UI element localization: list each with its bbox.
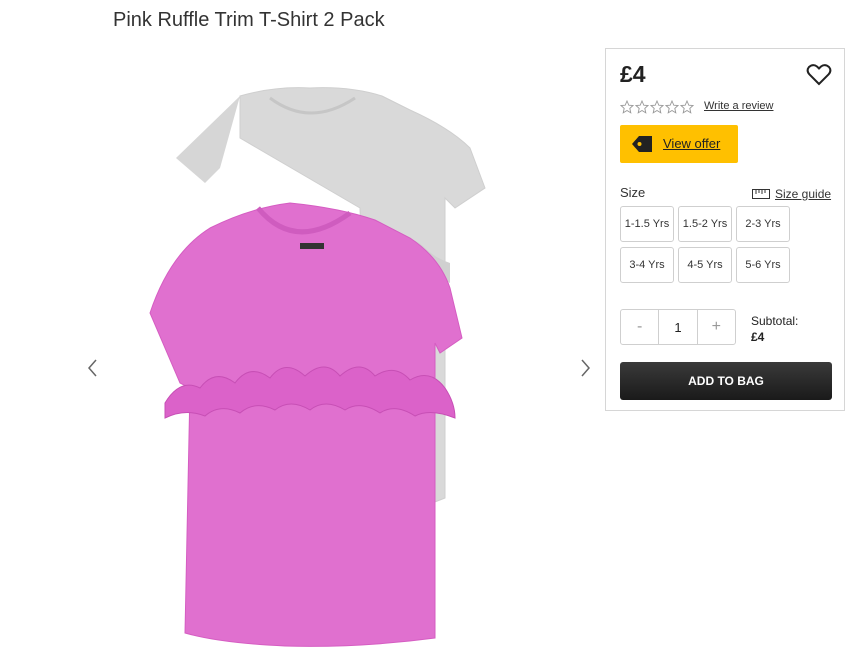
product-gallery [80, 48, 600, 653]
size-guide-label: Size guide [775, 187, 832, 201]
product-image [149, 87, 486, 647]
rating-stars [620, 100, 694, 114]
size-option[interactable]: 4-5 Yrs [678, 247, 732, 283]
write-review-link[interactable]: Write a review [704, 100, 773, 112]
subtotal: Subtotal: £4 [751, 313, 798, 345]
star-icon [635, 100, 649, 114]
heart-icon[interactable] [806, 63, 832, 87]
size-option[interactable]: 1-1.5 Yrs [620, 206, 674, 242]
size-option[interactable]: 2-3 Yrs [736, 206, 790, 242]
size-option[interactable]: 1.5-2 Yrs [678, 206, 732, 242]
size-options: 1-1.5 Yrs 1.5-2 Yrs 2-3 Yrs 3-4 Yrs 4-5 … [620, 206, 796, 283]
quantity-decrease-button[interactable]: - [621, 310, 658, 344]
quantity-stepper: - 1 + [620, 309, 736, 345]
view-offer-button[interactable]: View offer [620, 125, 738, 163]
subtotal-label: Subtotal: [751, 314, 799, 328]
page-title: Pink Ruffle Trim T-Shirt 2 Pack [113, 9, 385, 31]
size-option[interactable]: 5-6 Yrs [736, 247, 790, 283]
size-option[interactable]: 3-4 Yrs [620, 247, 674, 283]
star-icon [620, 100, 634, 114]
quantity-input[interactable]: 1 [658, 310, 698, 344]
add-to-bag-button[interactable]: ADD TO BAG [620, 362, 832, 400]
tag-icon [632, 136, 652, 152]
quantity-increase-button[interactable]: + [698, 310, 735, 344]
purchase-panel: £4 Write a review View offer Size Size g… [605, 48, 845, 411]
price: £4 [620, 61, 646, 87]
chevron-left-icon[interactable] [80, 348, 104, 384]
star-icon [680, 100, 694, 114]
chevron-right-icon[interactable] [574, 348, 598, 384]
size-guide-link[interactable]: Size guide [752, 187, 831, 201]
view-offer-label: View offer [663, 136, 721, 151]
ruler-icon [752, 189, 770, 199]
star-icon [650, 100, 664, 114]
subtotal-value: £4 [751, 330, 765, 344]
pink-tshirt [149, 202, 463, 647]
size-label: Size [620, 185, 646, 200]
star-icon [665, 100, 679, 114]
